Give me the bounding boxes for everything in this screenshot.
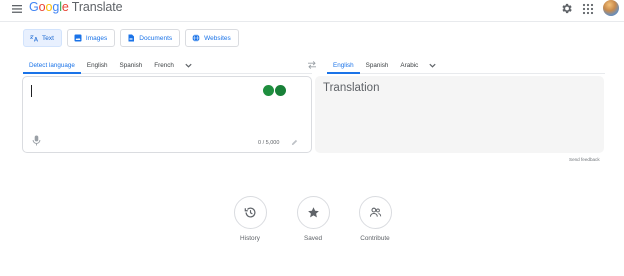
tab-websites-label: Websites	[204, 34, 231, 42]
tab-text[interactable]: Text	[23, 29, 62, 47]
mode-tabs: Text Images Documents Websites	[23, 29, 239, 47]
document-icon	[128, 34, 135, 42]
target-lang-english[interactable]: English	[327, 57, 360, 74]
hamburger-menu-icon[interactable]	[11, 3, 23, 15]
source-language-bar: Detect language English Spanish French	[23, 57, 312, 74]
send-feedback-link[interactable]: Send feedback	[569, 157, 600, 162]
source-text-input[interactable]: 0 / 5,000	[22, 76, 312, 153]
google-wordmark: Google	[29, 0, 69, 14]
source-lang-english[interactable]: English	[81, 57, 114, 74]
google-translate-logo[interactable]: Google Translate	[29, 0, 123, 14]
star-icon	[307, 207, 319, 218]
history-button[interactable]: History	[225, 196, 275, 242]
image-icon	[74, 34, 82, 42]
source-lang-detect[interactable]: Detect language	[23, 57, 81, 74]
pencil-icon[interactable]	[291, 139, 298, 146]
swap-languages-icon[interactable]	[307, 60, 317, 70]
history-label: History	[240, 235, 260, 242]
avatar[interactable]	[603, 0, 619, 16]
contribute-circle	[358, 196, 392, 229]
contribute-label: Contribute	[360, 235, 390, 242]
extension-icon[interactable]	[263, 85, 274, 96]
contribute-button[interactable]: Contribute	[350, 196, 400, 242]
history-circle	[233, 196, 267, 229]
bottom-actions: History Saved Contribute	[0, 196, 624, 256]
history-icon	[244, 207, 255, 218]
translate-icon	[30, 35, 38, 42]
tab-documents-label: Documents	[139, 34, 173, 42]
tab-images-label: Images	[85, 34, 108, 42]
apps-grid-icon[interactable]	[582, 3, 594, 15]
saved-circle	[296, 196, 330, 229]
gear-icon[interactable]	[560, 2, 573, 15]
globe-icon	[192, 34, 200, 42]
microphone-icon[interactable]	[32, 135, 41, 146]
target-lang-spanish[interactable]: Spanish	[360, 57, 395, 74]
saved-button[interactable]: Saved	[288, 196, 338, 242]
text-cursor	[31, 85, 32, 97]
tab-websites[interactable]: Websites	[185, 29, 239, 47]
source-lang-spanish[interactable]: Spanish	[114, 57, 149, 74]
extension-icon[interactable]	[275, 85, 286, 96]
tab-images[interactable]: Images	[66, 29, 116, 47]
tab-documents[interactable]: Documents	[120, 29, 181, 47]
tab-text-label: Text	[42, 34, 54, 42]
source-lang-french[interactable]: French	[148, 57, 180, 74]
target-language-bar: English Spanish Arabic	[327, 57, 605, 74]
chevron-down-icon[interactable]	[184, 61, 193, 70]
chevron-down-icon[interactable]	[428, 61, 437, 70]
contribute-icon	[369, 207, 381, 217]
character-count: 0 / 5,000	[258, 140, 280, 146]
translation-placeholder: Translation	[323, 82, 380, 94]
top-bar: Google Translate	[0, 0, 624, 22]
saved-label: Saved	[303, 235, 323, 242]
target-lang-arabic[interactable]: Arabic	[394, 57, 424, 74]
translation-output: Translation	[315, 76, 604, 153]
product-name: Translate	[71, 0, 123, 14]
